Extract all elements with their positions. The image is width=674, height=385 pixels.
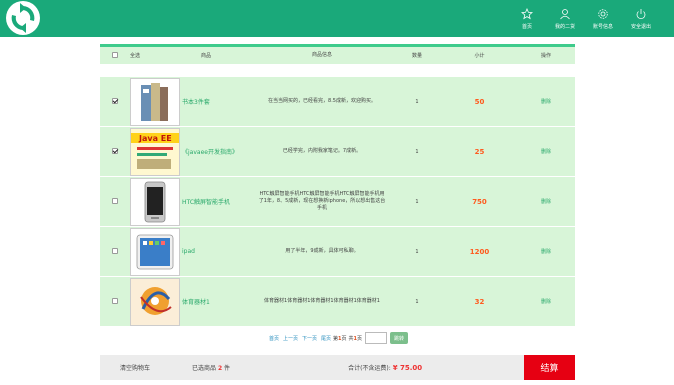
product-info: HTC触屏智能手机HTC触屏智能手机HTC触屏智能手机用了1年，8、5成新，现在…	[258, 191, 386, 211]
product-subtotal: 50	[474, 97, 485, 106]
page-total: 共1页	[348, 335, 363, 342]
table-row: 体育器材1 体育器材1体育器材1体育器材1体育器材1体育器材1 1 32 删除	[100, 277, 575, 327]
product-qty: 1	[415, 198, 419, 205]
product-qty: 1	[415, 248, 419, 255]
table-row: HTC触屏智能手机 HTC触屏智能手机HTC触屏智能手机HTC触屏智能手机用了1…	[100, 177, 575, 227]
product-image-javaee-book[interactable]: Java EE	[130, 127, 180, 176]
top-bar: 首页 我的二货 账号信息 安全退出	[0, 0, 674, 37]
product-subtotal: 32	[474, 297, 485, 306]
header-product: 商品	[200, 53, 211, 59]
svg-text:Java EE: Java EE	[138, 134, 172, 143]
gear-icon	[598, 8, 608, 19]
delete-link[interactable]: 删除	[541, 299, 551, 305]
cart-total: 合计(不含运费): ¥ 75.00	[348, 364, 423, 372]
delete-link[interactable]: 删除	[541, 199, 551, 205]
page-jump-button[interactable]: 跳转	[390, 332, 409, 344]
nav-logout[interactable]: 安全退出	[622, 0, 660, 37]
table-body: 书本3件套 在当当网买的，已经看完，8.5成新，欢迎购买。 1 50 删除 Ja…	[100, 77, 575, 327]
row-checkbox[interactable]	[112, 297, 118, 304]
page-next[interactable]: 下一页	[302, 335, 317, 342]
table-row: 书本3件套 在当当网买的，已经看完，8.5成新，欢迎购买。 1 50 删除	[100, 77, 575, 127]
header-action: 操作	[540, 53, 551, 59]
table-row: Java EE 《javaee开发指南》 已经学完，内附我家笔记。7成新。 1 …	[100, 127, 575, 177]
row-checkbox[interactable]	[112, 147, 118, 154]
select-all-checkbox[interactable]	[112, 51, 118, 58]
product-image-books[interactable]	[130, 77, 180, 126]
product-qty: 1	[415, 148, 419, 155]
nav-home-label: 首页	[521, 23, 532, 30]
nav-my-items-label: 我的二货	[554, 23, 575, 30]
product-name[interactable]: 体育器材1	[182, 297, 252, 306]
refresh-logo-icon	[7, 2, 39, 34]
product-image-htc-phone[interactable]	[130, 177, 180, 226]
header-subtotal: 小计	[474, 53, 485, 59]
product-info: 体育器材1体育器材1体育器材1体育器材1体育器材1	[264, 298, 380, 304]
user-icon	[560, 8, 570, 19]
delete-link[interactable]: 删除	[541, 249, 551, 255]
product-subtotal: 750	[472, 197, 487, 206]
power-icon	[636, 8, 646, 19]
star-icon	[521, 7, 533, 19]
nav-home[interactable]: 首页	[508, 0, 546, 37]
header-qty: 数量	[411, 53, 422, 59]
product-name[interactable]: ipad	[182, 248, 252, 255]
table-row: ipad 用了半年，9成新，具体可私聊。 1 1200 删除	[100, 227, 575, 277]
logo[interactable]	[6, 1, 40, 35]
nav-account[interactable]: 账号信息	[584, 0, 622, 37]
nav-logout-label: 安全退出	[630, 23, 651, 30]
page-current: 第1页	[333, 335, 347, 342]
page-last[interactable]: 尾页	[321, 335, 331, 342]
top-nav: 首页 我的二货 账号信息 安全退出	[508, 0, 660, 37]
product-subtotal: 1200	[469, 247, 490, 256]
pagination: 首页 上一页 下一页 尾页 第1页 共1页 跳转	[100, 330, 575, 346]
delete-link[interactable]: 删除	[541, 99, 551, 105]
cart-table: 全选 商品 商品信息 数量 小计 操作 书本3件套 在当当网买的，已经看完，8.…	[100, 44, 575, 327]
delete-link[interactable]: 删除	[541, 149, 551, 155]
cart-footer: 清空购物车 已选商品 2 件 合计(不含运费): ¥ 75.00 结算	[100, 355, 575, 380]
selected-count: 已选商品 2 件	[192, 365, 231, 372]
header-info: 商品信息	[311, 52, 332, 58]
page-jump-input[interactable]	[365, 332, 388, 344]
row-checkbox[interactable]	[112, 197, 118, 204]
nav-account-label: 账号信息	[592, 23, 613, 30]
nav-my-items[interactable]: 我的二货	[546, 0, 584, 37]
row-checkbox[interactable]	[112, 247, 118, 254]
product-image-sports-equipment[interactable]	[130, 277, 180, 326]
product-name[interactable]: 《javaee开发指南》	[182, 147, 252, 156]
checkout-button[interactable]: 结算	[524, 355, 575, 380]
product-qty: 1	[415, 98, 419, 105]
product-info: 在当当网买的，已经看完，8.5成新，欢迎购买。	[268, 98, 376, 104]
select-all-label: 全选	[130, 53, 141, 59]
product-subtotal: 25	[474, 147, 485, 156]
product-info: 已经学完，内附我家笔记。7成新。	[282, 148, 362, 154]
table-header: 全选 商品 商品信息 数量 小计 操作	[100, 44, 575, 64]
clear-cart-button[interactable]: 清空购物车	[100, 363, 170, 372]
page-first[interactable]: 首页	[269, 335, 279, 342]
row-checkbox[interactable]	[112, 97, 118, 104]
product-image-ipad[interactable]	[130, 227, 180, 276]
product-name[interactable]: 书本3件套	[182, 97, 252, 106]
select-all-cell	[100, 51, 130, 60]
product-name[interactable]: HTC触屏智能手机	[182, 197, 252, 206]
product-info: 用了半年，9成新，具体可私聊。	[285, 248, 359, 254]
product-qty: 1	[415, 298, 419, 305]
page-prev[interactable]: 上一页	[283, 335, 298, 342]
